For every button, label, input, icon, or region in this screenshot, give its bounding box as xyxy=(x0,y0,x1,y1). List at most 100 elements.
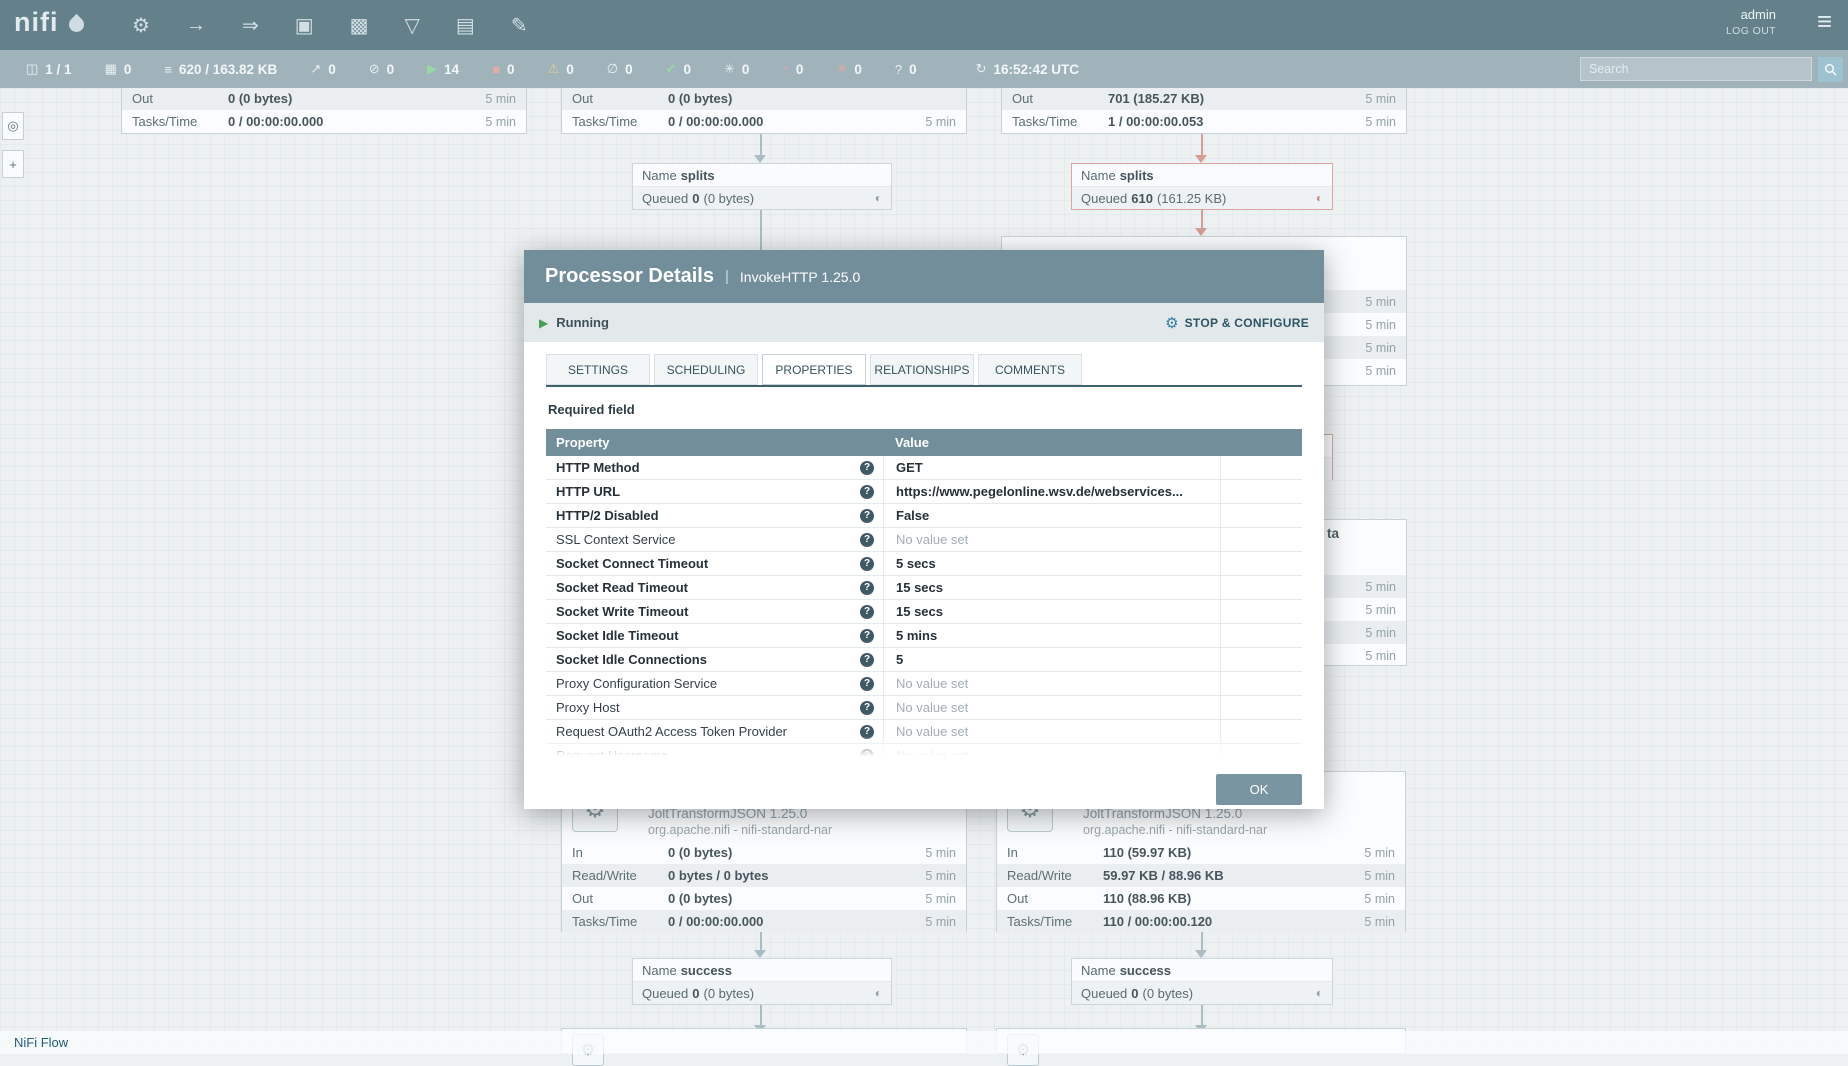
connection-label[interactable]: Name success Queued 0 (0 bytes) ◐ xyxy=(632,958,892,1005)
refresh-icon[interactable]: ↻ xyxy=(976,61,987,77)
help-icon[interactable]: ? xyxy=(860,605,874,619)
stat-window: 5 min xyxy=(1365,295,1396,309)
property-name: SSL Context Service xyxy=(556,532,675,547)
connection-label[interactable]: Name splits Queued 610 (161.25 KB) ◐ xyxy=(1071,163,1333,210)
required-field-note: Required field xyxy=(548,402,635,417)
property-name: HTTP URL xyxy=(556,484,620,499)
processor-icon[interactable]: ⚙ xyxy=(132,13,150,38)
tab-settings[interactable]: SETTINGS xyxy=(546,354,650,385)
output-port-icon[interactable]: ⇒ xyxy=(242,13,259,38)
stat-window: 5 min xyxy=(925,869,956,883)
help-icon[interactable]: ? xyxy=(860,485,874,499)
property-row: Socket Connect Timeout? 5 secs xyxy=(546,552,1302,576)
stat-window: 5 min xyxy=(1364,915,1395,929)
processor[interactable]: Out 701 (185.27 KB) 5 min Tasks/Time 1 /… xyxy=(1001,86,1407,134)
help-icon[interactable]: ? xyxy=(860,653,874,667)
process-group-icon[interactable]: ▣ xyxy=(295,13,314,38)
help-icon[interactable]: ? xyxy=(860,461,874,475)
dialog-subtitle: InvokeHTTP 1.25.0 xyxy=(740,269,860,285)
connection-label[interactable]: Name success Queued 0 (0 bytes) ◐ xyxy=(1071,958,1333,1005)
processor[interactable]: Out 0 (0 bytes) 5 min Tasks/Time 0 / 00:… xyxy=(121,86,527,134)
tab-scheduling[interactable]: SCHEDULING xyxy=(654,354,758,385)
ok-button[interactable]: OK xyxy=(1216,774,1302,805)
property-extra-cell xyxy=(1220,648,1302,671)
stat-label: Tasks/Time xyxy=(572,114,668,129)
help-icon[interactable]: ? xyxy=(860,677,874,691)
property-row: Proxy Configuration Service? No value se… xyxy=(546,672,1302,696)
queued-count: 0 xyxy=(692,986,699,1001)
processor-bundle: org.apache.nifi - nifi-standard-nar xyxy=(648,823,832,837)
search-button[interactable] xyxy=(1818,57,1843,82)
property-name: Socket Write Timeout xyxy=(556,604,688,619)
property-name: HTTP Method xyxy=(556,460,640,475)
stat-window: 5 min xyxy=(1365,626,1396,640)
connection-name-row: Name splits xyxy=(1072,164,1332,187)
cluster-count: 1 / 1 xyxy=(45,62,71,77)
dialog-title: Processor Details xyxy=(545,265,714,288)
template-icon[interactable]: ▤ xyxy=(456,13,475,38)
connection-name: splits xyxy=(681,168,715,183)
hamburger-menu-icon[interactable]: ≡ xyxy=(1817,8,1832,34)
stopped-icon: ■ xyxy=(492,62,500,77)
help-icon[interactable]: ? xyxy=(860,701,874,715)
remote-process-group-icon[interactable]: ▩ xyxy=(350,13,369,38)
help-icon[interactable]: ? xyxy=(860,533,874,547)
label-icon[interactable]: ✎ xyxy=(511,13,528,38)
property-extra-cell xyxy=(1220,696,1302,719)
stat-row: Tasks/Time 0 / 00:00:00.000 5 min xyxy=(122,110,526,133)
property-row: HTTP/2 Disabled? False xyxy=(546,504,1302,528)
search-input[interactable] xyxy=(1580,57,1812,81)
operate-palette-button[interactable]: + xyxy=(2,150,24,178)
connection-name: success xyxy=(1120,963,1171,978)
help-icon[interactable]: ? xyxy=(860,749,874,761)
stat-row: Tasks/Time 0 / 00:00:00.000 5 min xyxy=(562,910,966,933)
stat-row: Out 0 (0 bytes) 5 min xyxy=(122,87,526,110)
property-row: SSL Context Service? No value set xyxy=(546,528,1302,552)
connection-queued-row: Queued 0 (0 bytes) ◐ xyxy=(633,982,891,1004)
stat-window: 5 min xyxy=(1364,846,1395,860)
queued-label: Queued xyxy=(1081,191,1127,206)
disabled-count: 0 xyxy=(625,62,633,77)
help-icon[interactable]: ? xyxy=(860,557,874,571)
property-value: No value set xyxy=(896,748,968,760)
stat-value: 59.97 KB / 88.96 KB xyxy=(1103,868,1224,883)
stat-row: Read/Write 59.97 KB / 88.96 KB 5 min xyxy=(997,864,1405,887)
tab-comments[interactable]: COMMENTS xyxy=(978,354,1082,385)
property-extra-cell xyxy=(1220,672,1302,695)
property-column-header: Property xyxy=(546,435,883,450)
input-port-icon[interactable]: → xyxy=(186,14,206,37)
funnel-icon[interactable]: ▽ xyxy=(405,13,420,38)
stat-value: 110 / 00:00:00.120 xyxy=(1103,914,1212,929)
processor[interactable]: Out 0 (0 bytes) Tasks/Time 0 / 00:00:00.… xyxy=(561,86,967,134)
property-name: Request Username xyxy=(556,748,668,760)
tab-relationships[interactable]: RELATIONSHIPS xyxy=(870,354,974,385)
stat-value: 0 (0 bytes) xyxy=(228,91,292,106)
name-label: Name xyxy=(642,168,677,183)
connection-label[interactable]: Name splits Queued 0 (0 bytes) ◐ xyxy=(632,163,892,210)
versioned-locally-modified-stale-status: ✳ 0 xyxy=(836,61,861,77)
help-icon[interactable]: ? xyxy=(860,629,874,643)
navigate-palette-button[interactable]: ◎ xyxy=(2,112,24,140)
stat-label: Tasks/Time xyxy=(132,114,228,129)
help-icon[interactable]: ? xyxy=(860,509,874,523)
help-icon[interactable]: ? xyxy=(860,725,874,739)
tab-properties[interactable]: PROPERTIES xyxy=(762,354,866,385)
breadcrumb-root-link[interactable]: NiFi Flow xyxy=(14,1035,68,1050)
stat-label: Out xyxy=(1012,91,1108,106)
stop-and-configure-button[interactable]: ⚙ STOP & CONFIGURE xyxy=(1165,314,1309,332)
stat-value: 110 (59.97 KB) xyxy=(1103,845,1191,860)
help-icon[interactable]: ? xyxy=(860,581,874,595)
logout-button[interactable]: LOG OUT xyxy=(1726,25,1776,37)
stat-window: 5 min xyxy=(925,892,956,906)
property-name: Request OAuth2 Access Token Provider xyxy=(556,724,787,739)
queued-size: (0 bytes) xyxy=(1143,986,1194,1001)
stat-label: Read/Write xyxy=(572,868,668,883)
property-value: No value set xyxy=(896,532,968,547)
connection-arrow xyxy=(1195,950,1207,958)
sync-failure-count: 0 xyxy=(909,62,917,77)
property-row: Socket Idle Connections? 5 xyxy=(546,648,1302,672)
connection-name: splits xyxy=(1120,168,1154,183)
transmitting-status: ↗ 0 xyxy=(310,61,335,77)
connection-name: success xyxy=(681,963,732,978)
properties-table: Property Value HTTP Method? GET HTTP URL… xyxy=(546,429,1302,760)
